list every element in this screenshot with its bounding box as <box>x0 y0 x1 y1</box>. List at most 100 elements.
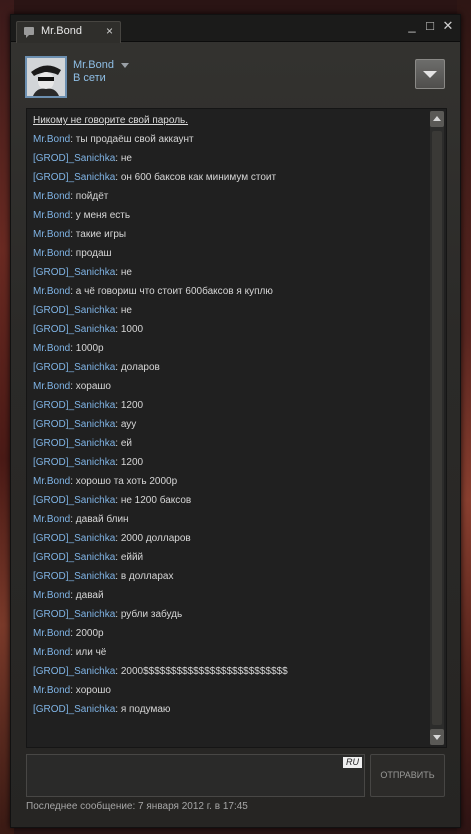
tab-close-icon[interactable]: × <box>106 24 113 38</box>
message-sender[interactable]: Mr.Bond <box>33 343 70 354</box>
chat-message: Mr.Bond: у меня есть <box>33 209 423 228</box>
chat-message: [GROD]_Sanichka: 1000 <box>33 323 423 342</box>
chat-message: [GROD]_Sanichka: я подумаю <box>33 703 423 722</box>
chat-message: Mr.Bond: или чё <box>33 646 423 665</box>
message-sender[interactable]: Mr.Bond <box>33 381 70 392</box>
chat-window: Mr.Bond × _ □ ✕ Mr.Bond В сети Никому не… <box>10 14 461 828</box>
message-sender[interactable]: [GROD]_Sanichka <box>33 666 115 677</box>
message-text: : давай <box>70 590 104 601</box>
message-sender[interactable]: Mr.Bond <box>33 229 70 240</box>
message-sender[interactable]: Mr.Bond <box>33 685 70 696</box>
message-sender[interactable]: [GROD]_Sanichka <box>33 533 115 544</box>
message-sender[interactable]: Mr.Bond <box>33 476 70 487</box>
message-sender[interactable]: Mr.Bond <box>33 514 70 525</box>
chevron-down-icon[interactable] <box>121 63 129 68</box>
chat-tab[interactable]: Mr.Bond × <box>16 21 121 43</box>
message-sender[interactable]: [GROD]_Sanichka <box>33 267 115 278</box>
message-text: : продаш <box>70 248 112 259</box>
message-text: : или чё <box>70 647 107 658</box>
chat-message: Mr.Bond: продаш <box>33 247 423 266</box>
chat-message: Mr.Bond: давай <box>33 589 423 608</box>
chat-message: [GROD]_Sanichka: ауу <box>33 418 423 437</box>
last-message-timestamp: Последнее сообщение: 7 января 2012 г. в … <box>26 801 248 812</box>
message-text: : он 600 баксов как минимум стоит <box>115 172 277 183</box>
message-sender[interactable]: [GROD]_Sanichka <box>33 305 115 316</box>
title-bar[interactable]: Mr.Bond × _ □ ✕ <box>11 15 460 43</box>
chat-message: [GROD]_Sanichka: не <box>33 304 423 323</box>
message-sender[interactable]: [GROD]_Sanichka <box>33 495 115 506</box>
message-sender[interactable]: [GROD]_Sanichka <box>33 438 115 449</box>
message-list: Никому не говорите свой пароль. Mr.Bond:… <box>33 114 423 722</box>
message-text: : у меня есть <box>70 210 131 221</box>
close-icon[interactable]: ✕ <box>441 18 455 34</box>
chat-message: Mr.Bond: хорошо та хоть 2000р <box>33 475 423 494</box>
message-sender[interactable]: [GROD]_Sanichka <box>33 457 115 468</box>
message-text: : ей <box>115 438 132 449</box>
scroll-down-icon[interactable] <box>430 729 444 745</box>
chat-message: [GROD]_Sanichka: в долларах <box>33 570 423 589</box>
chat-message: Mr.Bond: 1000р <box>33 342 423 361</box>
message-sender[interactable]: Mr.Bond <box>33 210 70 221</box>
minimize-icon[interactable]: _ <box>405 18 419 34</box>
send-button[interactable]: ОТПРАВИТЬ <box>370 754 445 797</box>
friend-name[interactable]: Mr.Bond <box>73 59 114 71</box>
chat-log[interactable]: Никому не говорите свой пароль. Mr.Bond:… <box>26 108 447 748</box>
message-sender[interactable]: Mr.Bond <box>33 286 70 297</box>
message-text: : а чё говориш что стоит 600баксов я куп… <box>70 286 273 297</box>
message-text: : рубли забудь <box>115 609 183 620</box>
message-text: : 1000р <box>70 343 104 354</box>
message-sender[interactable]: [GROD]_Sanichka <box>33 362 115 373</box>
message-sender[interactable]: [GROD]_Sanichka <box>33 552 115 563</box>
avatar-image <box>27 58 65 96</box>
message-sender[interactable]: Mr.Bond <box>33 191 70 202</box>
message-sender[interactable]: Mr.Bond <box>33 590 70 601</box>
chat-message: Mr.Bond: хорошо <box>33 684 423 703</box>
message-text: : 1200 <box>115 457 144 468</box>
language-badge: RU <box>343 757 362 768</box>
message-text: : хорашо <box>70 381 111 392</box>
chat-message: [GROD]_Sanichka: ей <box>33 437 423 456</box>
message-text: : 2000р <box>70 628 104 639</box>
message-sender[interactable]: [GROD]_Sanichka <box>33 571 115 582</box>
chat-message: [GROD]_Sanichka: он 600 баксов как миним… <box>33 171 423 190</box>
message-sender[interactable]: [GROD]_Sanichka <box>33 400 115 411</box>
message-sender[interactable]: Mr.Bond <box>33 134 70 145</box>
message-sender[interactable]: [GROD]_Sanichka <box>33 419 115 430</box>
message-sender[interactable]: Mr.Bond <box>33 628 70 639</box>
chat-message: [GROD]_Sanichka: 2000 долларов <box>33 532 423 551</box>
message-sender[interactable]: Mr.Bond <box>33 248 70 259</box>
message-text: : 1000 <box>115 324 144 335</box>
chat-message: [GROD]_Sanichka: не <box>33 152 423 171</box>
message-text: : еййй <box>115 552 144 563</box>
message-sender[interactable]: [GROD]_Sanichka <box>33 172 115 183</box>
message-text: : 2000$$$$$$$$$$$$$$$$$$$$$$$$$$ <box>115 666 288 677</box>
chat-message: Mr.Bond: такие игры <box>33 228 423 247</box>
message-text: : такие игры <box>70 229 127 240</box>
message-text: : хорошо та хоть 2000р <box>70 476 178 487</box>
message-text: : не <box>115 305 132 316</box>
scroll-up-icon[interactable] <box>430 111 444 127</box>
scrollbar[interactable] <box>430 111 444 745</box>
maximize-icon[interactable]: □ <box>423 18 437 34</box>
friend-status: В сети <box>73 72 106 84</box>
message-text: : ауу <box>115 419 137 430</box>
message-sender[interactable]: [GROD]_Sanichka <box>33 324 115 335</box>
chat-message: [GROD]_Sanichka: 1200 <box>33 456 423 475</box>
avatar[interactable] <box>25 56 67 98</box>
chat-message: [GROD]_Sanichka: не 1200 баксов <box>33 494 423 513</box>
scroll-thumb[interactable] <box>432 131 442 725</box>
message-text: : пойдёт <box>70 191 109 202</box>
chat-message: Mr.Bond: пойдёт <box>33 190 423 209</box>
chat-message: Mr.Bond: а чё говориш что стоит 600баксо… <box>33 285 423 304</box>
message-sender[interactable]: [GROD]_Sanichka <box>33 153 115 164</box>
message-sender[interactable]: [GROD]_Sanichka <box>33 609 115 620</box>
message-sender[interactable]: Mr.Bond <box>33 647 70 658</box>
message-text: : 2000 долларов <box>115 533 191 544</box>
chat-message: [GROD]_Sanichka: 1200 <box>33 399 423 418</box>
message-text: : я подумаю <box>115 704 171 715</box>
chat-message: [GROD]_Sanichka: еййй <box>33 551 423 570</box>
message-sender[interactable]: [GROD]_Sanichka <box>33 704 115 715</box>
message-input[interactable]: RU <box>26 754 365 797</box>
options-dropdown-button[interactable] <box>415 59 445 89</box>
message-text: : не <box>115 267 132 278</box>
